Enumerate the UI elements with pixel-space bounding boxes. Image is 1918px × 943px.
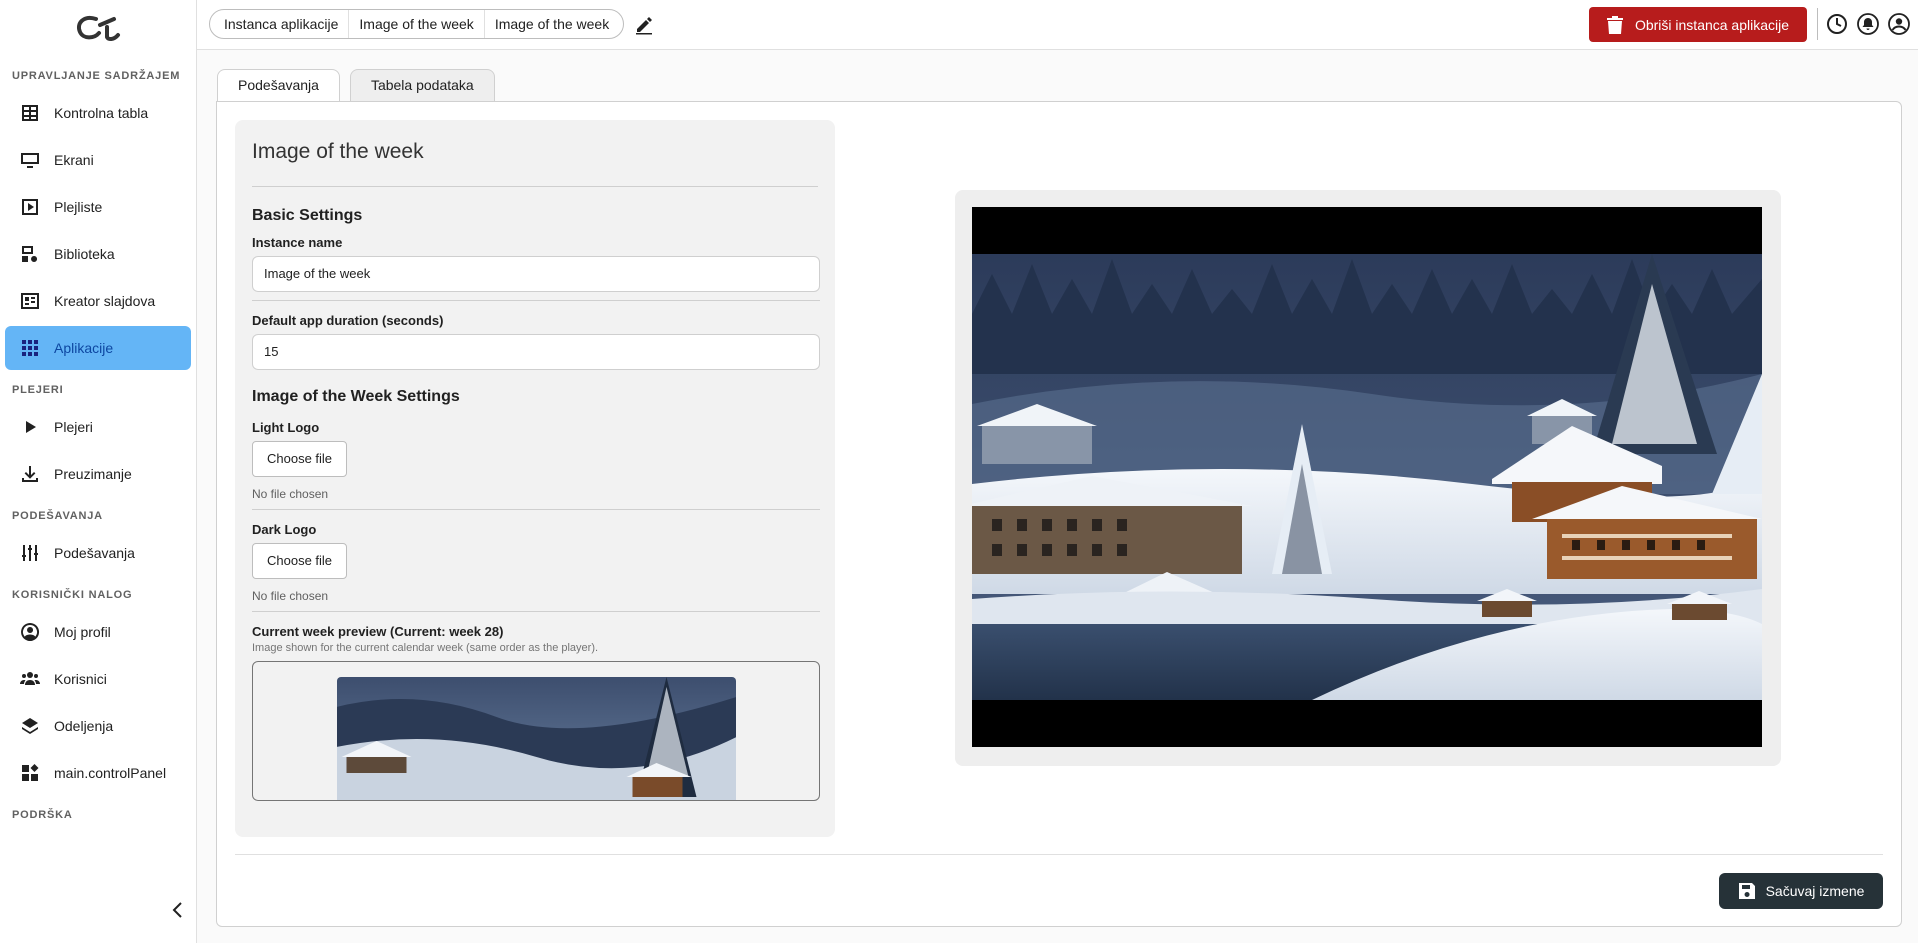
topbar-divider: [1817, 8, 1818, 40]
dark-logo-no-file-text: No file chosen: [252, 589, 329, 603]
control-panel-icon: [20, 763, 40, 783]
sidebar-item-settings[interactable]: Podešavanja: [5, 531, 191, 575]
current-week-preview: [252, 661, 820, 801]
notifications-bell-icon[interactable]: [1857, 13, 1879, 35]
sidebar-item-my-profile[interactable]: Moj profil: [5, 610, 191, 654]
clock-icon[interactable]: [1826, 13, 1848, 35]
breadcrumb-item-current[interactable]: Image of the week: [483, 10, 619, 38]
player-preview: [955, 190, 1781, 766]
sidebar-item-label: Biblioteka: [54, 246, 115, 262]
profile-icon: [20, 622, 40, 642]
sidebar-item-label: Odeljenja: [54, 718, 114, 734]
trash-icon: [1606, 15, 1623, 34]
iotw-settings-heading: Image of the Week Settings: [252, 388, 460, 405]
floppy-disk-icon: [1738, 883, 1755, 899]
duration-input[interactable]: 15: [252, 334, 820, 370]
main-panel: Image of the week Basic Settings Instanc…: [216, 101, 1902, 927]
monitor-icon: [20, 150, 40, 170]
save-changes-label: Sačuvaj izmene: [1765, 883, 1865, 899]
preview-screen: [972, 207, 1762, 747]
sidebar-item-playlists[interactable]: Plejliste: [5, 185, 191, 229]
light-logo-no-file-text: No file chosen: [252, 487, 329, 501]
dark-logo-label: Dark Logo: [252, 522, 317, 537]
play-icon: [20, 417, 40, 437]
breadcrumb-item-app[interactable]: Image of the week: [348, 10, 483, 38]
sidebar-item-users[interactable]: Korisnici: [5, 657, 191, 701]
section-title-settings: PODEŠAVANJA: [12, 510, 103, 522]
sidebar-item-label: Kontrolna tabla: [54, 105, 149, 121]
tab-data-table[interactable]: Tabela podataka: [349, 69, 495, 101]
current-week-label: Current week preview (Current: week 28): [252, 624, 504, 639]
dark-logo-choose-file-button[interactable]: Choose file: [252, 543, 348, 579]
sidebar-item-label: Korisnici: [54, 671, 107, 687]
layers-icon: [20, 716, 40, 736]
top-bar: Instanca aplikacije Image of the week Im…: [197, 0, 1918, 50]
section-title-content: UPRAVLJANJE SADRŽAJEM: [12, 70, 181, 82]
light-logo-choose-file-button[interactable]: Choose file: [252, 441, 348, 477]
sidebar-item-label: Kreator slajdova: [54, 293, 156, 309]
footer-divider: [235, 854, 1883, 855]
tab-settings[interactable]: Podešavanja: [217, 69, 340, 101]
field-divider: [252, 509, 820, 510]
sidebar-item-download[interactable]: Preuzimanje: [5, 452, 191, 496]
current-week-hint: Image shown for the current calendar wee…: [252, 642, 599, 654]
sidebar-item-label: Preuzimanje: [54, 466, 132, 482]
basic-settings-heading: Basic Settings: [252, 207, 363, 224]
current-week-thumbnail-image: [337, 677, 736, 800]
playlist-icon: [20, 197, 40, 217]
edit-pencil-icon[interactable]: [633, 14, 655, 36]
collapse-sidebar-button[interactable]: [168, 900, 188, 920]
sidebar-item-players[interactable]: Plejeri: [5, 405, 191, 449]
save-changes-button[interactable]: Sačuvaj izmene: [1719, 873, 1883, 909]
breadcrumb: Instanca aplikacije Image of the week Im…: [209, 9, 625, 39]
sidebar-item-label: Aplikacije: [54, 340, 114, 356]
sidebar-item-label: Podešavanja: [54, 545, 135, 561]
section-title-account: KORISNIČKI NALOG: [12, 589, 133, 601]
section-title-support: PODRŠKA: [12, 809, 73, 821]
field-divider: [252, 611, 820, 612]
instance-name-input[interactable]: Image of the week: [252, 256, 820, 292]
sidebar-item-slide-creator[interactable]: Kreator slajdova: [5, 279, 191, 323]
settings-scroll-area[interactable]: Basic Settings Instance name Image of th…: [252, 187, 820, 837]
logo-icon: [77, 16, 120, 42]
sidebar-item-label: Plejeri: [54, 419, 93, 435]
download-icon: [20, 464, 40, 484]
apps-grid-icon: [20, 338, 40, 358]
content-tabs: Podešavanja Tabela podataka: [217, 69, 505, 101]
sidebar-item-departments[interactable]: Odeljenja: [5, 704, 191, 748]
delete-instance-label: Obriši instanca aplikacije: [1634, 16, 1790, 33]
sidebar: UPRAVLJANJE SADRŽAJEM Kontrolna tabla Ek…: [0, 0, 197, 943]
image-of-the-week-preview-image: [972, 254, 1762, 700]
card-title: Image of the week: [252, 140, 424, 163]
app-logo[interactable]: [0, 0, 196, 56]
delete-instance-button[interactable]: Obriši instanca aplikacije: [1589, 7, 1807, 42]
sidebar-item-dashboard[interactable]: Kontrolna tabla: [5, 91, 191, 135]
sidebar-item-label: Ekrani: [54, 152, 94, 168]
dashboard-icon: [20, 103, 40, 123]
sidebar-item-screens[interactable]: Ekrani: [5, 138, 191, 182]
instance-name-label: Instance name: [252, 235, 343, 250]
light-logo-label: Light Logo: [252, 420, 320, 435]
sidebar-item-control-panel[interactable]: main.controlPanel: [5, 751, 191, 795]
sidebar-item-label: Moj profil: [54, 624, 111, 640]
users-icon: [20, 669, 40, 689]
account-avatar-icon[interactable]: [1888, 13, 1910, 35]
field-divider: [252, 300, 820, 301]
section-title-players: PLEJERI: [12, 384, 64, 396]
chevron-left-icon: [172, 902, 182, 918]
duration-label: Default app duration (seconds): [252, 313, 444, 328]
slide-creator-icon: [20, 291, 40, 311]
sliders-icon: [20, 543, 40, 563]
sidebar-item-apps[interactable]: Aplikacije: [5, 326, 191, 370]
settings-card: Image of the week Basic Settings Instanc…: [235, 120, 835, 837]
sidebar-item-label: Plejliste: [54, 199, 103, 215]
library-icon: [20, 244, 40, 264]
breadcrumb-item-app-instance[interactable]: Instanca aplikacije: [214, 10, 348, 38]
sidebar-item-library[interactable]: Biblioteka: [5, 232, 191, 276]
sidebar-item-label: main.controlPanel: [54, 765, 167, 781]
